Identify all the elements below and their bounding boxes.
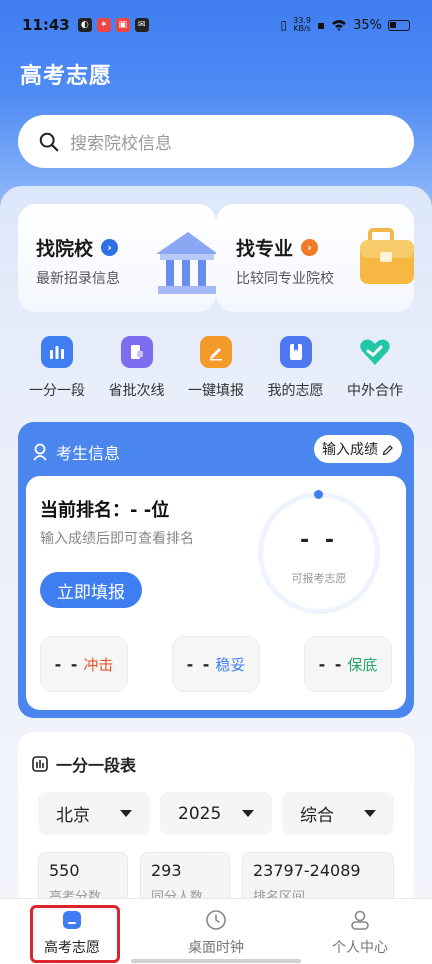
status-time: 11:43 xyxy=(22,16,70,34)
chip-value: - - xyxy=(186,654,212,674)
exam-info-body: 当前排名：- -位 输入成绩后即可查看排名 立即填报 - - 可报考志愿 - -… xyxy=(26,476,406,710)
select-value: 综合 xyxy=(300,806,334,826)
battery-icon xyxy=(388,19,410,31)
chevron-right-icon: › xyxy=(301,239,319,256)
rank-tip: 输入成绩后即可查看排名 xyxy=(40,531,194,547)
person-outline-icon xyxy=(33,443,47,461)
nfc-icon: ▪ xyxy=(316,18,326,32)
ring-indicator xyxy=(314,490,323,499)
chip-label: 稳妥 xyxy=(215,655,246,674)
chip-value: - - xyxy=(318,654,344,674)
highlight-annotation xyxy=(30,905,120,963)
caret-down-icon xyxy=(242,810,254,817)
province-select[interactable]: 北京 xyxy=(38,792,150,835)
fill-now-button[interactable]: 立即填报 xyxy=(40,572,142,608)
segment-title: 一分一段表 xyxy=(56,756,137,775)
find-major-card[interactable]: 找专业 › 比较同专业院校 xyxy=(216,204,414,312)
quick-entry-joint-program[interactable]: 中外合作 xyxy=(336,336,414,400)
eligible-count: - - xyxy=(300,528,338,553)
tab-label: 桌面时钟 xyxy=(188,940,244,956)
find-major-subtitle: 比较同专业院校 xyxy=(236,271,334,287)
current-rank: 当前排名：- -位 xyxy=(40,500,170,521)
quick-entry-one-click[interactable]: 一键填报 xyxy=(177,336,255,400)
home-indicator xyxy=(131,959,301,963)
exam-info-header: 考生信息 xyxy=(32,440,120,464)
quick-entry-label: 一分一段 xyxy=(29,383,85,399)
exam-info-title: 考生信息 xyxy=(56,444,121,463)
edit-icon xyxy=(382,445,393,455)
stat-value: 550 xyxy=(49,861,80,880)
clock-icon xyxy=(206,910,226,930)
select-value: 2025 xyxy=(178,803,222,824)
find-school-title-row: 找院校 › xyxy=(36,234,119,261)
app-notification-icon: ◐ xyxy=(77,18,92,32)
find-major-title: 找专业 xyxy=(236,238,294,260)
tab-desktop-clock[interactable]: 桌面时钟 xyxy=(144,899,288,964)
chip-safe[interactable]: - - 稳妥 xyxy=(172,636,260,692)
chip-label: 保底 xyxy=(347,655,378,674)
chip-label: 冲击 xyxy=(83,655,114,674)
app-notification-icon: ▣ xyxy=(115,18,130,32)
year-select[interactable]: 2025 xyxy=(160,792,272,835)
app-notification-icon: ✉ xyxy=(134,18,149,32)
tab-profile[interactable]: 个人中心 xyxy=(288,899,432,964)
find-school-title: 找院校 xyxy=(36,238,94,260)
score-segment-card: 一分一段表 北京 2025 综合 550 高考分数 293 同分人数 23797… xyxy=(18,732,414,912)
quick-entry-label: 我的志愿 xyxy=(267,383,324,399)
tab-label: 个人中心 xyxy=(332,940,388,956)
find-school-card[interactable]: 找院校 › 最新招录信息 xyxy=(18,204,216,312)
chevron-right-icon: › xyxy=(101,239,119,256)
input-score-label: 输入成绩 xyxy=(322,442,378,458)
exam-info-card: 考生信息 输入成绩 当前排名：- -位 输入成绩后即可查看排名 立即填报 - -… xyxy=(18,422,414,718)
input-score-button[interactable]: 输入成绩 xyxy=(314,435,402,463)
caret-down-icon xyxy=(364,810,376,817)
status-bar: 11:43 ◐ ✶ ▣ ✉ ▯ 33.9 KB/s ▪ 35% xyxy=(0,0,432,50)
battery-text: 35% xyxy=(353,17,382,33)
find-school-subtitle: 最新招录信息 xyxy=(36,271,120,287)
school-building-icon xyxy=(156,232,216,294)
notification-icons: ◐ ✶ ▣ ✉ xyxy=(77,18,149,32)
chip-reach[interactable]: - - 冲击 xyxy=(40,636,128,692)
chip-value: - - xyxy=(54,654,80,674)
find-major-title-row: 找专业 › xyxy=(236,234,319,261)
search-placeholder: 搜索院校信息 xyxy=(70,134,172,154)
quick-entry-label: 省批次线 xyxy=(108,383,165,399)
document-icon xyxy=(120,336,153,368)
page-title: 高考志愿 xyxy=(20,64,113,89)
quick-entry-batch-line[interactable]: 省批次线 xyxy=(98,336,176,400)
bar-chart-icon xyxy=(41,336,73,368)
wifi-icon xyxy=(332,20,347,31)
eligible-label: 可报考志愿 xyxy=(291,572,347,585)
subject-select[interactable]: 综合 xyxy=(282,792,394,835)
bookmark-icon xyxy=(279,336,312,368)
quick-entry-my-choices[interactable]: 我的志愿 xyxy=(257,336,335,400)
pencil-icon xyxy=(200,336,232,368)
person-icon xyxy=(351,910,369,930)
stat-value: 23797-24089 xyxy=(253,861,361,880)
quick-entry-label: 中外合作 xyxy=(347,383,403,399)
quick-entry-label: 一键填报 xyxy=(188,383,244,399)
net-speed: 33.9 KB/s xyxy=(293,16,311,33)
status-right: ▯ 33.9 KB/s ▪ 35% xyxy=(281,17,410,33)
chip-backup[interactable]: - - 保底 xyxy=(304,636,392,692)
briefcase-icon xyxy=(360,228,414,284)
heart-icon xyxy=(359,336,391,368)
stat-value: 293 xyxy=(151,861,182,880)
chart-box-icon xyxy=(32,756,48,772)
quick-entries: 一分一段 省批次线 一键填报 我的志愿 中外合作 xyxy=(18,336,414,400)
app-notification-icon: ✶ xyxy=(96,18,111,32)
search-icon xyxy=(39,132,59,151)
search-bar[interactable]: 搜索院校信息 xyxy=(18,115,414,168)
caret-down-icon xyxy=(120,810,132,817)
eligible-ring xyxy=(258,492,380,614)
select-value: 北京 xyxy=(56,806,90,826)
segment-title-row: 一分一段表 xyxy=(32,752,136,776)
vibrate-icon: ▯ xyxy=(280,18,288,32)
quick-entry-score-segment[interactable]: 一分一段 xyxy=(18,336,96,400)
